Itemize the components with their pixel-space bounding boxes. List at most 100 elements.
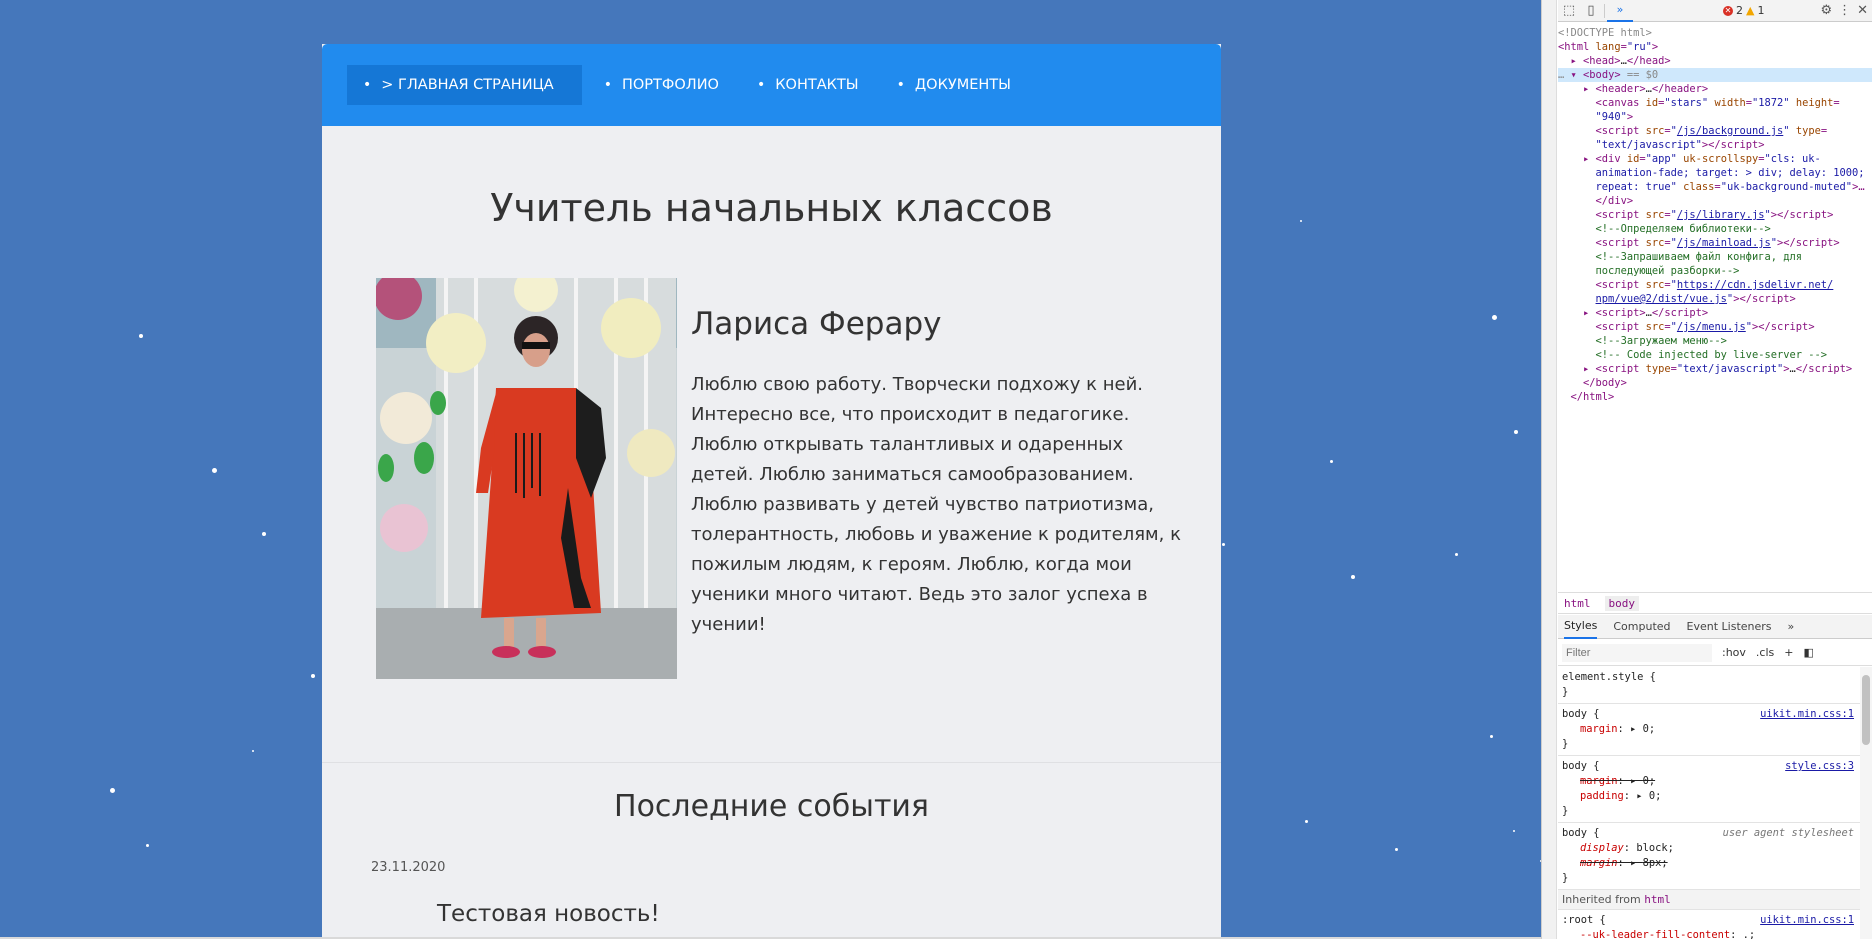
dom-node-line[interactable]: <!DOCTYPE html>: [1558, 26, 1872, 40]
nav-item-contacts[interactable]: • КОНТАКТЫ: [741, 65, 875, 105]
star-dot: [110, 788, 115, 793]
page-scrollbar[interactable]: [1542, 0, 1557, 939]
star-dot: [1330, 460, 1333, 463]
dom-node-line[interactable]: ▸ <div id="app" uk-scrollspy="cls: uk-: [1558, 152, 1872, 166]
teacher-photo-illustration: [376, 278, 677, 679]
rule-close: }: [1562, 738, 1569, 750]
dom-node-line[interactable]: <script src="/js/background.js" type=: [1558, 124, 1872, 138]
star-dot: [262, 532, 266, 536]
inherited-tag[interactable]: html: [1644, 893, 1671, 906]
breadcrumb-body[interactable]: body: [1604, 595, 1639, 611]
nav-item-portfolio[interactable]: • ПОРТФОЛИО: [588, 65, 735, 105]
toolbar-right-controls: ⚙ ⋮ ✕: [1820, 3, 1868, 18]
dom-tree[interactable]: <!DOCTYPE html> <html lang="ru"> ▸ <head>…: [1558, 22, 1872, 592]
dom-node-line[interactable]: ▸ <header>…</header>: [1558, 82, 1872, 96]
tab-computed[interactable]: Computed: [1613, 620, 1670, 633]
console-counts[interactable]: ✕ 2 ▲ 1: [1723, 4, 1764, 17]
hov-toggle[interactable]: :hov: [1722, 646, 1746, 659]
rule-body-uikit[interactable]: body { uikit.min.css:1 margin: ▸ 0; }: [1558, 704, 1872, 756]
content-card: • > ГЛАВНАЯ СТРАНИЦА • ПОРТФОЛИО • КОНТА…: [322, 44, 1221, 939]
dom-node-line[interactable]: "text/javascript"></script>: [1558, 138, 1872, 152]
dom-node-line[interactable]: <html lang="ru">: [1558, 40, 1872, 54]
dom-node-line[interactable]: <script src="/js/library.js"></script>: [1558, 208, 1872, 222]
dom-node-line[interactable]: <!--Определяем библиотеки-->: [1558, 222, 1872, 236]
tab-event-listeners[interactable]: Event Listeners: [1687, 620, 1772, 633]
teacher-bio: Люблю свою работу. Творчески подхожу к н…: [691, 374, 1181, 635]
dom-node-line[interactable]: npm/vue@2/dist/vue.js"></script>: [1558, 292, 1872, 306]
rule-property[interactable]: padding: ▸ 0;: [1562, 789, 1868, 804]
more-tabs-icon[interactable]: »: [1607, 0, 1633, 22]
dom-node-line[interactable]: </div>: [1558, 194, 1872, 208]
cls-toggle[interactable]: .cls: [1756, 646, 1774, 659]
nav-item-documents[interactable]: • ДОКУМЕНТЫ: [881, 65, 1027, 105]
rule-element-style[interactable]: element.style { }: [1558, 667, 1872, 704]
dom-node-line[interactable]: ▸ <script type="text/javascript">…</scri…: [1558, 362, 1872, 376]
star-dot: [1455, 553, 1458, 556]
dom-node-line[interactable]: repeat: true" class="uk-background-muted…: [1558, 180, 1872, 194]
breadcrumb-html[interactable]: html: [1564, 597, 1591, 610]
styles-filter-input[interactable]: [1562, 643, 1712, 662]
inherited-from-header: Inherited from html: [1558, 890, 1872, 910]
events-section: Последние события 23.11.2020 Тестовая но…: [322, 763, 1221, 927]
rule-property[interactable]: margin: ▸ 8px;: [1562, 856, 1868, 871]
star-dot: [1351, 575, 1355, 579]
teacher-name: Лариса Ферару: [691, 306, 942, 342]
dom-node-line[interactable]: </html>: [1558, 390, 1872, 404]
profile-section: Лариса Ферару Люблю свою работу. Творчес…: [322, 278, 1221, 762]
rule-property[interactable]: margin: ▸ 0;: [1562, 774, 1868, 789]
settings-gear-icon[interactable]: ⚙: [1820, 3, 1832, 18]
dom-node-line[interactable]: <canvas id="stars" width="1872" height=: [1558, 96, 1872, 110]
device-toggle-icon[interactable]: ▯: [1580, 3, 1602, 18]
event-title[interactable]: Тестовая новость!: [322, 901, 1221, 927]
rule-close: }: [1562, 686, 1569, 698]
rule-source-ua: user agent stylesheet: [1722, 827, 1854, 839]
kebab-menu-icon[interactable]: ⋮: [1838, 3, 1851, 18]
style-rules: element.style { } body { uikit.min.css:1…: [1558, 667, 1872, 939]
dom-node-line[interactable]: </body>: [1558, 376, 1872, 390]
dom-node-line[interactable]: … ▾ <body> == $0: [1558, 68, 1872, 82]
event-date: 23.11.2020: [371, 860, 446, 875]
rule-property[interactable]: display: block;: [1562, 841, 1868, 856]
page-title: Учитель начальных классов: [490, 186, 1053, 230]
rule-source-link[interactable]: uikit.min.css:1: [1760, 707, 1854, 722]
styles-scrollbar[interactable]: [1860, 667, 1872, 939]
dom-node-line[interactable]: <!--Загружаем меню-->: [1558, 334, 1872, 348]
rule-property[interactable]: --uk-leader-fill-content: .;: [1562, 928, 1868, 939]
devtools-main: ⬚ ▯ » ✕ 2 ▲ 1 ⚙ ⋮ ✕ <!DOCTYPE html> <html…: [1558, 0, 1872, 939]
dom-node-line[interactable]: <!--Запрашиваем файл конфига, для: [1558, 250, 1872, 264]
dom-node-line[interactable]: <script src="/js/menu.js"></script>: [1558, 320, 1872, 334]
new-rule-button[interactable]: +: [1784, 646, 1793, 659]
warning-count: 1: [1757, 4, 1765, 17]
rule-source-link[interactable]: style.css:3: [1785, 759, 1854, 774]
error-icon: ✕: [1723, 5, 1733, 16]
dom-node-line[interactable]: <script src="https://cdn.jsdelivr.net/: [1558, 278, 1872, 292]
scroll-thumb[interactable]: [1862, 675, 1870, 745]
star-dot: [1300, 220, 1302, 222]
nav-item-home[interactable]: • > ГЛАВНАЯ СТРАНИЦА: [347, 65, 582, 105]
more-panes-icon[interactable]: »: [1788, 620, 1795, 633]
star-dot: [1513, 830, 1515, 832]
inspect-element-icon[interactable]: ⬚: [1558, 3, 1580, 18]
star-dot: [146, 844, 149, 847]
dom-node-line[interactable]: ▸ <script>…</script>: [1558, 306, 1872, 320]
rule-body-ua[interactable]: body { user agent stylesheet display: bl…: [1558, 823, 1872, 890]
nav-item-label: КОНТАКТЫ: [775, 77, 859, 93]
devtools-toolbar: ⬚ ▯ » ✕ 2 ▲ 1 ⚙ ⋮ ✕: [1558, 0, 1872, 22]
close-icon[interactable]: ✕: [1857, 3, 1868, 18]
rule-body-style[interactable]: body { style.css:3 margin: ▸ 0; padding:…: [1558, 756, 1872, 823]
dom-node-line[interactable]: <!-- Code injected by live-server -->: [1558, 348, 1872, 362]
nav-item-label: ДОКУМЕНТЫ: [914, 77, 1011, 93]
dom-node-line[interactable]: ▸ <head>…</head>: [1558, 54, 1872, 68]
inherited-label: Inherited from: [1562, 893, 1641, 906]
rule-source-link[interactable]: uikit.min.css:1: [1760, 913, 1854, 928]
dom-node-line[interactable]: <script src="/js/mainload.js"></script>: [1558, 236, 1872, 250]
page-viewport: • > ГЛАВНАЯ СТРАНИЦА • ПОРТФОЛИО • КОНТА…: [0, 0, 1541, 939]
computed-sidebar-icon[interactable]: ◧: [1803, 646, 1813, 659]
dom-node-line[interactable]: animation-fade; target: > div; delay: 10…: [1558, 166, 1872, 180]
rule-root[interactable]: :root { uikit.min.css:1 --uk-leader-fill…: [1558, 910, 1872, 939]
tab-styles[interactable]: Styles: [1564, 615, 1598, 639]
rule-property[interactable]: margin: ▸ 0;: [1562, 722, 1868, 737]
star-dot: [1305, 820, 1308, 823]
dom-node-line[interactable]: "940">: [1558, 110, 1872, 124]
dom-node-line[interactable]: последующей разборки-->: [1558, 264, 1872, 278]
